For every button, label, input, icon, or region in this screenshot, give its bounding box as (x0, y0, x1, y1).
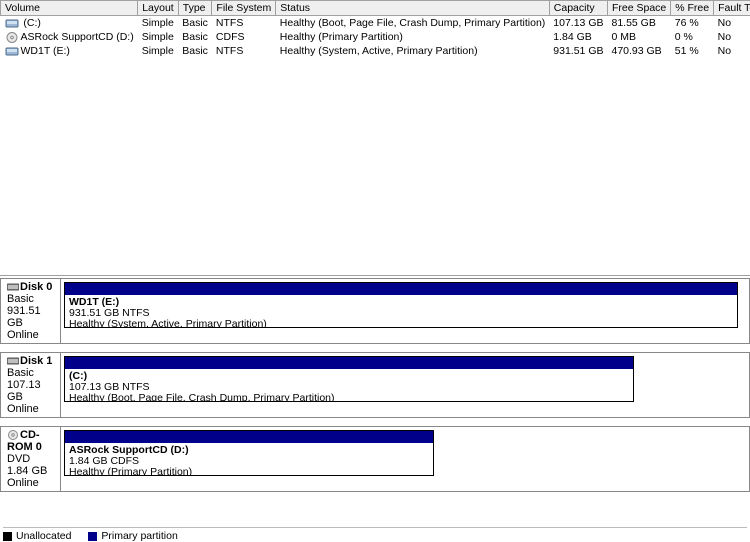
volume-icon (5, 18, 19, 29)
cell-capacity: 107.13 GB (549, 16, 607, 31)
disk-header: Disk 0 Basic 931.51 GB Online (1, 279, 61, 343)
table-row[interactable]: ASRock SupportCD (D:) SimpleBasicCDFSHeal… (1, 30, 750, 44)
disk-name: Disk 1 (20, 355, 52, 367)
table-row[interactable]: (C:) SimpleBasicNTFSHealthy (Boot, Page F… (1, 16, 750, 31)
primary-partition-bar (65, 357, 633, 369)
cell-layout: Simple (138, 30, 179, 44)
cell-pctfree: 76 % (671, 16, 714, 31)
col-freespace[interactable]: Free Space (607, 1, 670, 16)
legend-unallocated: Unallocated (3, 530, 74, 542)
disk-header: Disk 1 Basic 107.13 GB Online (1, 353, 61, 417)
cell-filesystem: CDFS (212, 30, 276, 44)
legend-swatch-unallocated (3, 532, 12, 541)
disk-size: 1.84 GB (7, 465, 47, 477)
col-filesystem[interactable]: File System (212, 1, 276, 16)
disk-icon (7, 282, 19, 292)
cell-capacity: 931.51 GB (549, 44, 607, 58)
disk-volume[interactable]: WD1T (E:) 931.51 GB NTFS Healthy (System… (64, 282, 738, 328)
disk-volume-body: (C:) 107.13 GB NTFS Healthy (Boot, Page … (65, 369, 633, 402)
legend-primary: Primary partition (88, 530, 177, 542)
disk-icon (7, 356, 19, 366)
disk-volume-body: WD1T (E:) 931.51 GB NTFS Healthy (System… (65, 295, 737, 328)
cell-type: Basic (178, 16, 212, 31)
cell-type: Basic (178, 44, 212, 58)
volume-name: WD1T (E:) (21, 45, 70, 57)
volume-name: ASRock SupportCD (D:) (21, 31, 134, 43)
disk-graphic-pane: Disk 0 Basic 931.51 GB Online WD1T (E:) … (0, 278, 750, 542)
disk-status: Online (7, 329, 39, 341)
cd-icon (5, 32, 19, 43)
cell-freespace: 470.93 GB (607, 44, 670, 58)
cell-freespace: 81.55 GB (607, 16, 670, 31)
volume-icon (5, 46, 19, 57)
disk-volume-area: WD1T (E:) 931.51 GB NTFS Healthy (System… (61, 279, 749, 343)
cell-fault: No (714, 16, 750, 31)
col-fault[interactable]: Fault Tolerance (714, 1, 750, 16)
primary-partition-bar (65, 283, 737, 295)
disk-header: CD-ROM 0 DVD 1.84 GB Online (1, 427, 61, 491)
col-capacity[interactable]: Capacity (549, 1, 607, 16)
disk-volume-line3: Healthy (System, Active, Primary Partiti… (69, 318, 267, 328)
col-type[interactable]: Type (178, 1, 212, 16)
cell-layout: Simple (138, 44, 179, 58)
cd-icon (7, 430, 19, 440)
cell-fault: No (714, 44, 750, 58)
volume-table-header-row[interactable]: Volume Layout Type File System Status Ca… (1, 1, 750, 16)
disk-volume-line3: Healthy (Boot, Page File, Crash Dump, Pr… (69, 392, 335, 402)
col-layout[interactable]: Layout (138, 1, 179, 16)
cell-layout: Simple (138, 16, 179, 31)
cell-fault: No (714, 30, 750, 44)
cell-status: Healthy (Boot, Page File, Crash Dump, Pr… (276, 16, 550, 31)
legend: Unallocated Primary partition (3, 527, 747, 542)
table-row[interactable]: WD1T (E:) SimpleBasicNTFSHealthy (System,… (1, 44, 750, 58)
disk-volume-area: ASRock SupportCD (D:) 1.84 GB CDFS Healt… (61, 427, 749, 491)
cell-filesystem: NTFS (212, 44, 276, 58)
disk-size: 107.13 GB (7, 379, 41, 403)
cell-status: Healthy (Primary Partition) (276, 30, 550, 44)
volume-name: (C:) (21, 17, 41, 29)
volume-list-pane: Volume Layout Type File System Status Ca… (0, 0, 750, 276)
legend-label: Primary partition (101, 530, 177, 542)
disk-row-cdrom0[interactable]: CD-ROM 0 DVD 1.84 GB Online ASRock Suppo… (0, 426, 750, 492)
col-pctfree[interactable]: % Free (671, 1, 714, 16)
disk-type: DVD (7, 453, 30, 465)
cell-pctfree: 0 % (671, 30, 714, 44)
col-volume[interactable]: Volume (1, 1, 138, 16)
cell-capacity: 1.84 GB (549, 30, 607, 44)
col-status[interactable]: Status (276, 1, 550, 16)
disk-type: Basic (7, 293, 34, 305)
cell-freespace: 0 MB (607, 30, 670, 44)
disk-status: Online (7, 477, 39, 489)
cell-status: Healthy (System, Active, Primary Partiti… (276, 44, 550, 58)
legend-swatch-primary (88, 532, 97, 541)
disk-size: 931.51 GB (7, 305, 41, 329)
disk-type: Basic (7, 367, 34, 379)
disk-row-disk1[interactable]: Disk 1 Basic 107.13 GB Online (C:) 107.1… (0, 352, 750, 418)
primary-partition-bar (65, 431, 433, 443)
cell-pctfree: 51 % (671, 44, 714, 58)
disk-volume[interactable]: ASRock SupportCD (D:) 1.84 GB CDFS Healt… (64, 430, 434, 476)
volume-table[interactable]: Volume Layout Type File System Status Ca… (0, 0, 750, 58)
legend-label: Unallocated (16, 530, 71, 542)
disk-row-disk0[interactable]: Disk 0 Basic 931.51 GB Online WD1T (E:) … (0, 278, 750, 344)
disk-volume-area: (C:) 107.13 GB NTFS Healthy (Boot, Page … (61, 353, 749, 417)
cell-filesystem: NTFS (212, 16, 276, 31)
disk-volume-body: ASRock SupportCD (D:) 1.84 GB CDFS Healt… (65, 443, 433, 476)
disk-name: Disk 0 (20, 281, 52, 293)
cell-type: Basic (178, 30, 212, 44)
disk-volume-line3: Healthy (Primary Partition) (69, 466, 192, 476)
disk-volume[interactable]: (C:) 107.13 GB NTFS Healthy (Boot, Page … (64, 356, 634, 402)
disk-status: Online (7, 403, 39, 415)
